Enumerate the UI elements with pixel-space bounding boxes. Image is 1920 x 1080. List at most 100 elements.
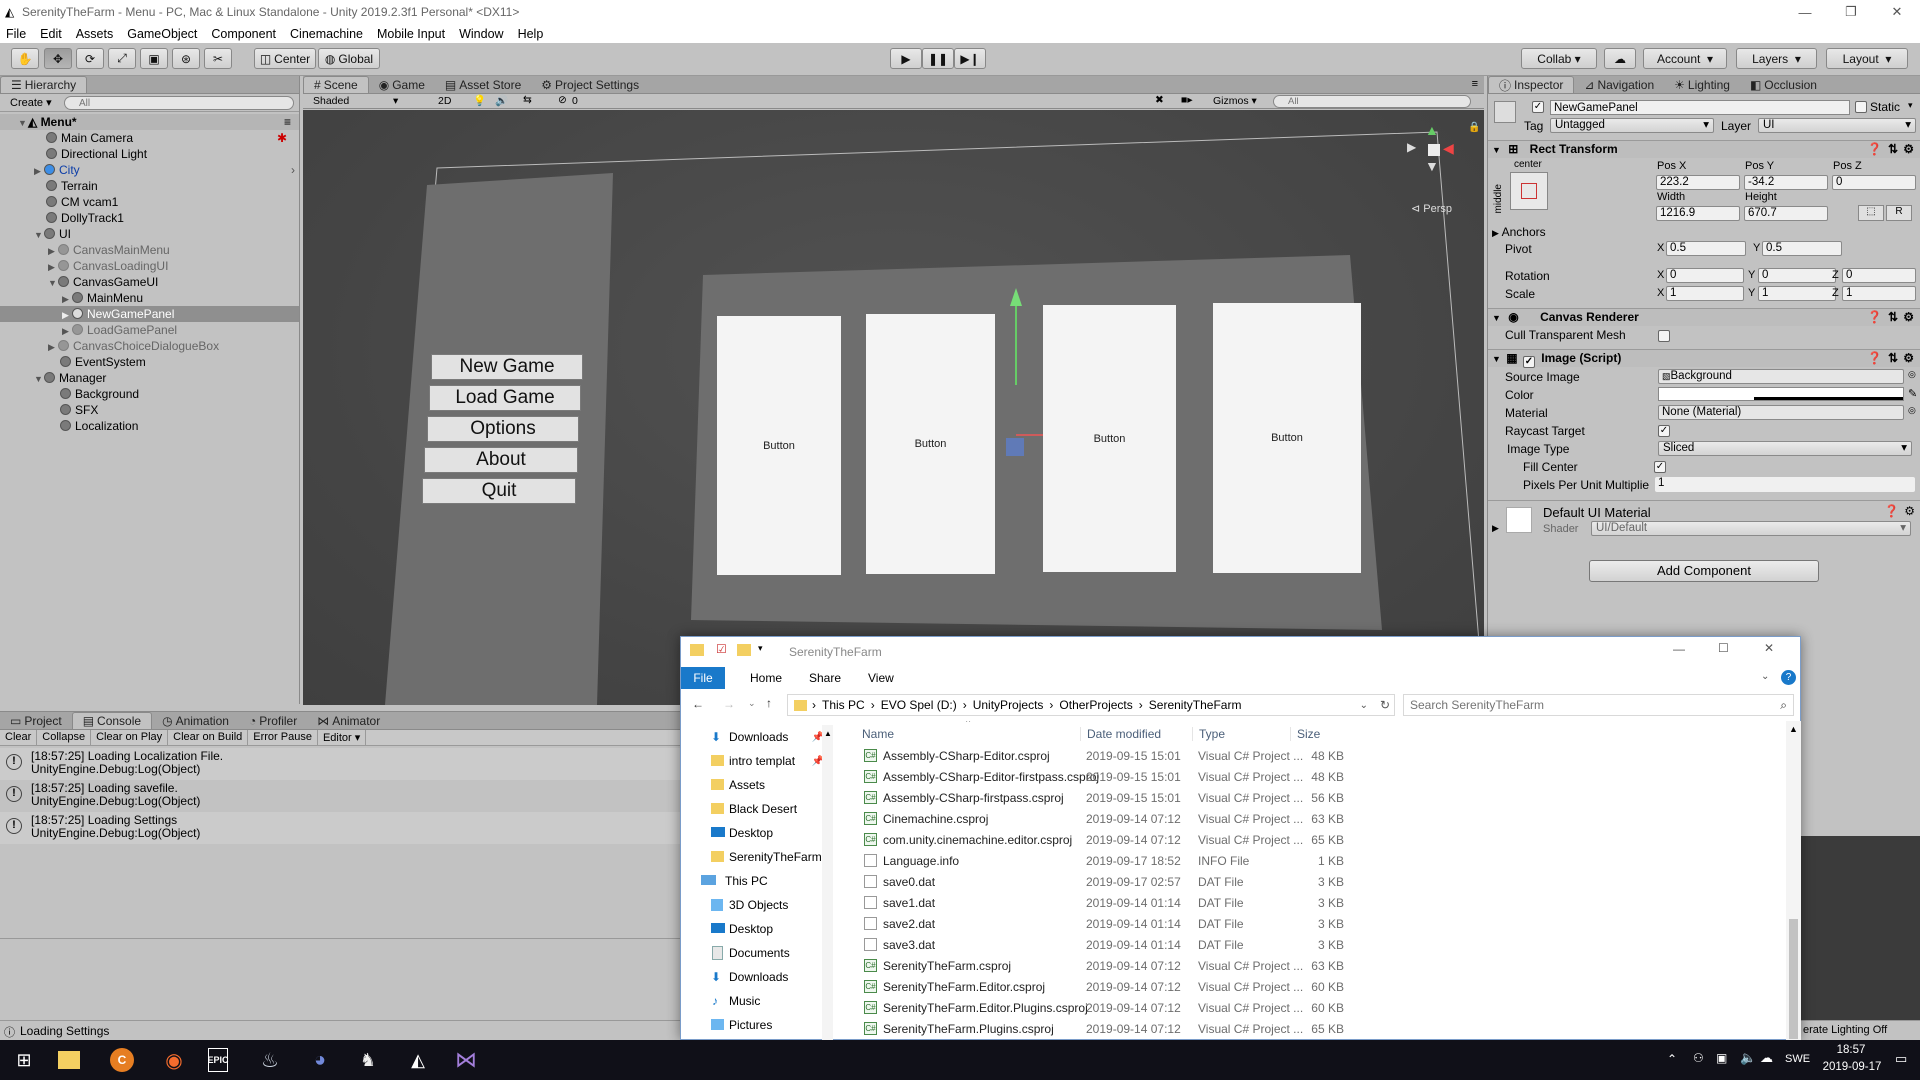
- collapse-button[interactable]: Collapse: [37, 730, 92, 745]
- file-row[interactable]: C# Assembly-CSharp-Editor.csproj 2019-09-1…: [846, 745, 1782, 766]
- lighting-toggle-icon[interactable]: 💡: [473, 94, 486, 107]
- rot-y-field[interactable]: 0: [1758, 268, 1836, 283]
- scene-card-button-2[interactable]: Button: [866, 314, 995, 574]
- properties-icon[interactable]: ☑: [716, 642, 727, 656]
- custom-tool-button[interactable]: ✂: [204, 48, 232, 69]
- help-icon[interactable]: ❓: [1867, 141, 1882, 158]
- crumb-unityprojects[interactable]: UnityProjects: [973, 698, 1044, 712]
- nav-item-3d-objects[interactable]: 3D Objects: [681, 893, 832, 917]
- address-bar[interactable]: › This PC › EVO Spel (D:) › UnityProjects ›…: [787, 694, 1395, 716]
- nav-item-assets[interactable]: Assets: [681, 773, 832, 797]
- anchor-presets-button[interactable]: [1510, 172, 1548, 210]
- menu-component[interactable]: Component: [211, 27, 276, 41]
- tab-scene[interactable]: # Scene: [303, 76, 369, 93]
- pos-y-field[interactable]: -34.2: [1744, 175, 1828, 190]
- forward-arrow-icon[interactable]: →: [723, 697, 735, 711]
- space-global-button[interactable]: ◍ Global: [318, 48, 380, 69]
- clear-on-play-button[interactable]: Clear on Play: [91, 730, 169, 745]
- presets-icon[interactable]: ⇅: [1888, 350, 1898, 367]
- explorer-taskbar-icon[interactable]: [58, 1051, 80, 1069]
- crumb-drive[interactable]: EVO Spel (D:): [881, 698, 957, 712]
- blueprint-mode-button[interactable]: ⬚: [1858, 205, 1884, 221]
- crumb-serenitythefarm[interactable]: SerenityTheFarm: [1149, 698, 1242, 712]
- scene-about-button[interactable]: About: [424, 447, 578, 473]
- create-dropdown[interactable]: Create ▾: [10, 96, 52, 109]
- component-gear-icon[interactable]: ⚙: [1903, 141, 1914, 158]
- nav-item-music[interactable]: ♪ Music: [681, 989, 832, 1013]
- explorer-maximize-button[interactable]: ☐: [1718, 641, 1729, 655]
- app-taskbar-icon[interactable]: ♞: [354, 1046, 382, 1074]
- layout-dropdown[interactable]: Layout ▾: [1826, 48, 1908, 69]
- component-gear-icon[interactable]: ⚙: [1903, 309, 1914, 326]
- volume-icon[interactable]: 🔈: [1740, 1050, 1756, 1066]
- tools-icon[interactable]: ✖: [1155, 94, 1164, 106]
- file-row[interactable]: Language.info 2019-09-17 18:52 INFO File 1 …: [846, 850, 1782, 871]
- image-enabled-checkbox[interactable]: ✓: [1522, 356, 1535, 368]
- file-row[interactable]: C# com.unity.cinemachine.editor.csproj 201…: [846, 829, 1782, 850]
- anchors-foldout[interactable]: ▶ Anchors: [1492, 225, 1546, 239]
- hierarchy-item[interactable]: DollyTrack1: [0, 210, 299, 226]
- hierarchy-item[interactable]: ▼ CanvasGameUI: [0, 274, 299, 290]
- component-gear-icon[interactable]: ⚙: [1903, 350, 1914, 367]
- console-log-entry[interactable]: ! [18:57:25] Loading Settings UnityEngine…: [0, 812, 680, 844]
- persp-label[interactable]: ⊲ Persp: [1411, 202, 1452, 215]
- scene-card-button-4[interactable]: Button: [1213, 303, 1361, 573]
- close-button[interactable]: ✕: [1874, 0, 1920, 24]
- color-field[interactable]: [1658, 387, 1904, 401]
- scene-viewport[interactable]: New Game Load Game Options About Quit Bu…: [303, 110, 1484, 705]
- static-dropdown-icon[interactable]: ▾: [1908, 100, 1913, 111]
- tab-console[interactable]: ▤ Console: [71, 712, 153, 729]
- tray-chevron-icon[interactable]: ⌃: [1667, 1052, 1677, 1066]
- hand-tool-button[interactable]: ✋: [11, 48, 39, 69]
- image-type-dropdown[interactable]: Sliced ▾: [1658, 441, 1912, 456]
- menu-cinemachine[interactable]: Cinemachine: [290, 27, 363, 41]
- scene-root[interactable]: ▼◭ Menu* ≡: [0, 114, 299, 130]
- rot-x-field[interactable]: 0: [1666, 268, 1744, 283]
- scene-card-button-3[interactable]: Button: [1043, 305, 1176, 572]
- presets-icon[interactable]: ⇅: [1888, 141, 1898, 158]
- file-row[interactable]: save1.dat 2019-09-14 01:14 DAT File 3 KB: [846, 892, 1782, 913]
- recent-dropdown-icon[interactable]: ⌄: [748, 698, 756, 709]
- menu-window[interactable]: Window: [459, 27, 503, 41]
- presets-icon[interactable]: ⇅: [1888, 309, 1898, 326]
- scale-x-field[interactable]: 1: [1666, 286, 1744, 301]
- epic-games-taskbar-icon[interactable]: EPIC: [208, 1048, 229, 1072]
- explorer-search-input[interactable]: [1404, 695, 1744, 715]
- hierarchy-item-selected[interactable]: ▶ NewGamePanel: [0, 306, 299, 322]
- up-arrow-icon[interactable]: ↑: [766, 696, 772, 710]
- rotate-tool-button[interactable]: ⟳: [76, 48, 104, 69]
- cloud-button[interactable]: ☁: [1604, 48, 1636, 69]
- foldout-arrow-icon[interactable]: ▶: [1492, 523, 1499, 534]
- editor-dropdown[interactable]: Editor ▾: [318, 730, 367, 745]
- height-field[interactable]: 670.7: [1744, 206, 1828, 221]
- scale-tool-button[interactable]: ⤢: [108, 48, 136, 69]
- error-pause-button[interactable]: Error Pause: [248, 730, 318, 745]
- hierarchy-item[interactable]: ▶ CanvasLoadingUI: [0, 258, 299, 274]
- column-type[interactable]: Type: [1192, 727, 1225, 741]
- pivot-y-field[interactable]: 0.5: [1762, 241, 1842, 256]
- back-arrow-icon[interactable]: ←: [692, 697, 704, 711]
- image-script-header[interactable]: ▼ ▦ ✓ Image (Script) ❓ ⇅ ⚙: [1488, 349, 1920, 368]
- tab-animator[interactable]: ⋈ Animator: [307, 712, 390, 729]
- help-icon[interactable]: ❓: [1867, 309, 1882, 326]
- column-name[interactable]: Name: [862, 727, 894, 741]
- source-image-field[interactable]: ▧Background: [1658, 369, 1904, 384]
- tray-app-icon[interactable]: ⚇: [1693, 1051, 1704, 1065]
- address-dropdown-icon[interactable]: ⌄: [1360, 700, 1368, 711]
- tag-dropdown[interactable]: Untagged ▾: [1550, 118, 1714, 133]
- object-name-field[interactable]: [1550, 100, 1850, 115]
- scene-load-game-button[interactable]: Load Game: [429, 385, 581, 411]
- fill-center-checkbox[interactable]: ✓: [1654, 461, 1666, 473]
- file-row[interactable]: C# Assembly-CSharp-firstpass.csproj 2019-0…: [846, 787, 1782, 808]
- notifications-icon[interactable]: ▭: [1895, 1051, 1907, 1067]
- play-button[interactable]: ▶: [890, 48, 922, 69]
- nav-item-serenitythefarm[interactable]: SerenityTheFarm: [681, 845, 832, 869]
- rect-transform-header[interactable]: ▼ ⊞ Rect Transform ❓ ⇅ ⚙: [1488, 140, 1920, 158]
- tab-inspector[interactable]: ⓘ Inspector: [1488, 76, 1575, 93]
- menu-gameobject[interactable]: GameObject: [127, 27, 197, 41]
- clock-time[interactable]: 18:57: [1833, 1044, 1869, 1056]
- tab-profiler[interactable]: ◔ Profiler: [239, 712, 307, 729]
- file-row[interactable]: C# Assembly-CSharp-Editor-firstpass.cspro…: [846, 766, 1782, 787]
- help-icon[interactable]: ❓: [1884, 504, 1899, 518]
- menu-mobile-input[interactable]: Mobile Input: [377, 27, 445, 41]
